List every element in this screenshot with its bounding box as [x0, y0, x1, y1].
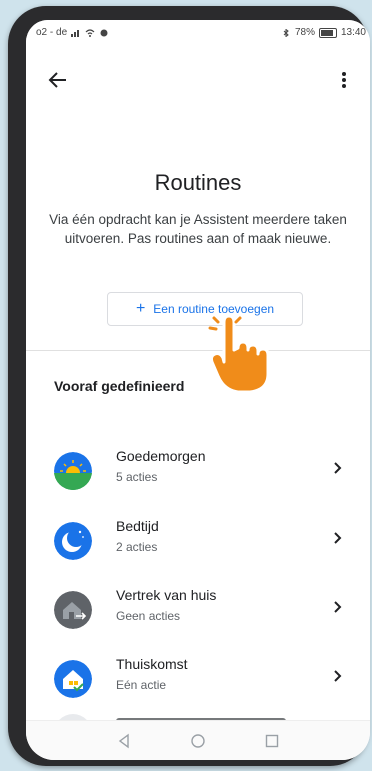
routine-item-goedemorgen[interactable]: Goedemorgen 5 acties: [26, 440, 370, 500]
notification-icon: [100, 29, 108, 36]
chevron-right-icon: [334, 601, 342, 613]
routine-subtitle: 2 acties: [116, 540, 158, 554]
routine-subtitle: 5 acties: [116, 470, 158, 484]
battery-percent: 78%: [294, 27, 315, 38]
phone-screen: o2 - de 78% 13:40 Routines Via één opdra…: [26, 20, 370, 760]
routine-item-vertrek-van-huis[interactable]: Vertrek van huis Geen acties: [26, 579, 370, 639]
routine-item-bedtijd[interactable]: Bedtijd 2 acties: [26, 510, 370, 570]
arrow-left-icon[interactable]: [46, 68, 70, 92]
routine-name: Bedtijd: [116, 518, 159, 534]
app-bar: [26, 60, 370, 100]
routine-name: Vertrek van huis: [116, 587, 217, 603]
chevron-right-icon: [334, 670, 342, 682]
routine-item-thuiskomst[interactable]: Thuiskomst Eén actie: [26, 648, 370, 708]
nav-back-icon[interactable]: [115, 732, 133, 750]
battery-icon: [318, 27, 337, 38]
moon-icon: [54, 522, 92, 560]
system-nav-bar: [26, 720, 370, 760]
page-title: Routines: [154, 170, 242, 195]
status-bar: o2 - de 78% 13:40: [26, 20, 370, 44]
wifi-icon: [85, 28, 95, 37]
battery-fill: [320, 29, 334, 36]
page-description: Via één opdracht kan je Assistent meerde…: [49, 212, 347, 246]
section-title-predefined: Vooraf gedefinieerd: [54, 378, 185, 394]
status-left: o2 - de: [36, 27, 109, 38]
routine-subtitle: Geen acties: [116, 609, 181, 623]
nav-home-icon[interactable]: [189, 732, 207, 750]
house-arrive-icon: [54, 660, 92, 698]
plus-icon: +: [135, 300, 146, 317]
bluetooth-icon: [283, 28, 289, 37]
more-vertical-icon[interactable]: [334, 68, 354, 92]
chevron-right-icon: [334, 462, 342, 474]
clock: 13:40: [340, 27, 366, 38]
nav-recents-icon[interactable]: [263, 732, 281, 750]
routine-subtitle: Eén actie: [116, 678, 167, 692]
chevron-right-icon: [334, 532, 342, 544]
routine-name: Thuiskomst: [116, 656, 188, 672]
pointer-hand-icon: [208, 314, 270, 394]
phone-frame: o2 - de 78% 13:40 Routines Via één opdra…: [8, 6, 370, 766]
house-leave-icon: [54, 591, 92, 629]
sunrise-icon: [54, 452, 92, 490]
routine-name: Goedemorgen: [116, 448, 206, 464]
divider: [26, 350, 370, 351]
status-right: 78% 13:40: [281, 27, 366, 38]
signal-icon: [71, 29, 80, 37]
carrier-label: o2 - de: [36, 27, 68, 38]
